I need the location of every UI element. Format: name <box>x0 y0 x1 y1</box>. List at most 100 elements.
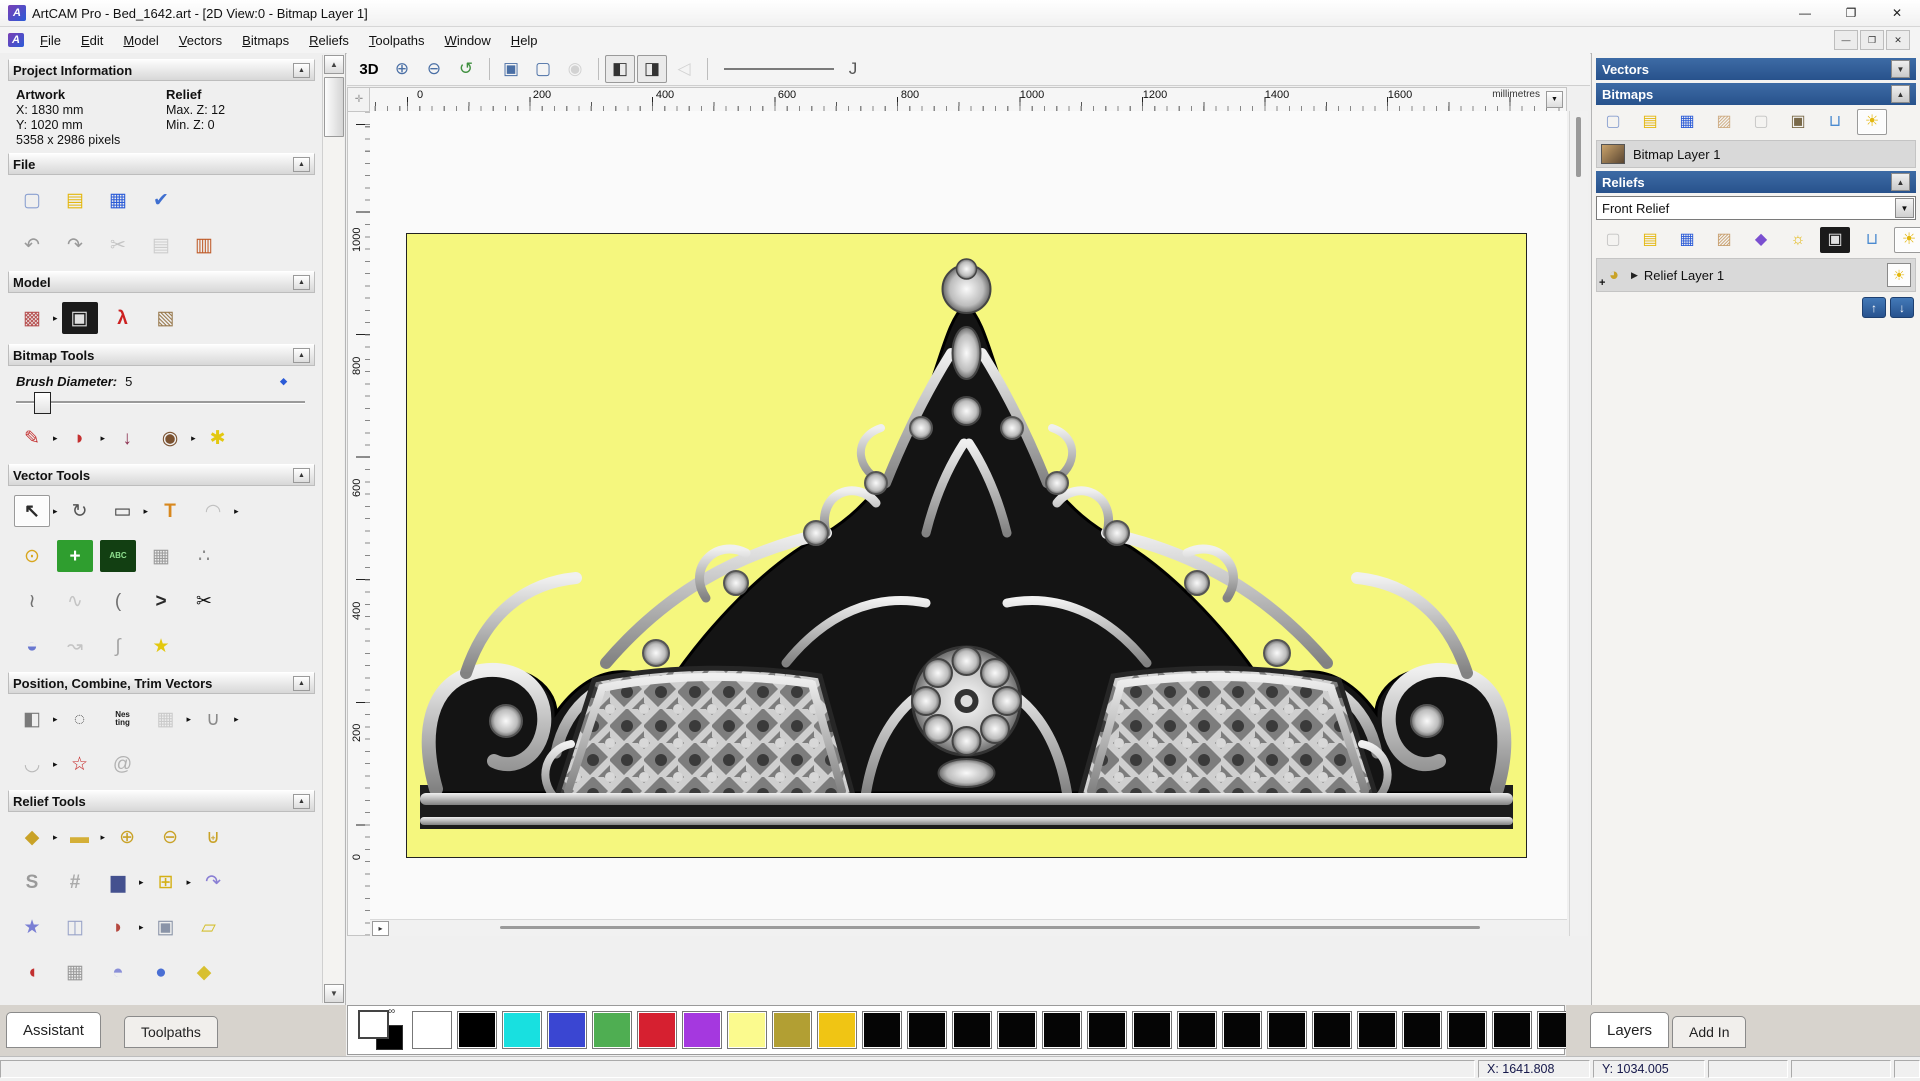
save-bitmap-icon[interactable]: ▦ <box>1672 109 1702 135</box>
zoom-box-icon[interactable]: ▣ <box>496 55 526 83</box>
zoom-in-icon[interactable]: ⊕ <box>387 55 417 83</box>
flyout-arrow-icon[interactable]: ▸ <box>53 313 58 324</box>
collapse-icon[interactable]: ▲ <box>1891 85 1910 103</box>
primary-secondary-colors[interactable]: ∞ <box>356 1006 412 1052</box>
menu-reliefs[interactable]: Reliefs <box>299 30 359 51</box>
collapse-icon[interactable]: ▲ <box>1891 173 1910 191</box>
snap-cross-icon[interactable]: + <box>57 540 93 572</box>
save-relief-icon[interactable]: ▦ <box>1672 227 1702 253</box>
collapse-icon[interactable]: ▼ <box>1891 60 1910 78</box>
palette-swatch-22[interactable] <box>1402 1011 1442 1049</box>
scroll-up-icon[interactable]: ▲ <box>324 55 344 74</box>
open-model-icon[interactable]: ▤ <box>57 184 93 216</box>
tab-layers[interactable]: Layers <box>1590 1012 1670 1048</box>
link-colors-icon[interactable]: ∞ <box>388 1006 395 1017</box>
palette-swatch-10[interactable] <box>862 1011 902 1049</box>
canvas-vertical-scrollbar[interactable] <box>1569 111 1588 936</box>
toggle-relief-visibility-icon[interactable]: ☀ <box>1894 227 1920 253</box>
vector-text-block-icon[interactable]: ABC <box>100 540 136 572</box>
open-bitmap-icon[interactable]: ▤ <box>1635 109 1665 135</box>
zoom-out-icon[interactable]: ⊖ <box>419 55 449 83</box>
move-layer-down-icon[interactable]: ↓ <box>1890 297 1914 318</box>
primary-color-swatch[interactable] <box>358 1010 389 1039</box>
sculpt-basket-icon[interactable]: ▦ <box>57 956 93 988</box>
section-header-vector-tools[interactable]: Vector Tools ▲ <box>8 464 315 486</box>
save-model-icon[interactable]: ▦ <box>100 184 136 216</box>
arc-edit-icon[interactable]: ( <box>100 585 136 617</box>
new-model-icon[interactable]: ▢ <box>14 184 50 216</box>
palette-swatch-18[interactable] <box>1222 1011 1262 1049</box>
palette-swatch-16[interactable] <box>1132 1011 1172 1049</box>
weld-vectors-icon[interactable]: ∪ <box>195 703 231 735</box>
palette-swatch-4[interactable] <box>592 1011 632 1049</box>
relief-preview-icon[interactable]: ▣ <box>1820 227 1850 253</box>
flyout-arrow-icon[interactable]: ▸ <box>191 433 196 444</box>
canvas-horizontal-scrollbar[interactable]: ▸ <box>370 919 1567 936</box>
minimize-button[interactable]: — <box>1782 0 1828 26</box>
expand-arrow-icon[interactable]: ▶ <box>1631 270 1638 281</box>
paste-icon[interactable]: ▥ <box>186 229 222 261</box>
menu-edit[interactable]: Edit <box>71 30 113 51</box>
colour-picker-icon[interactable]: ↓ <box>109 422 145 454</box>
light-material-icon[interactable]: λ <box>105 302 141 334</box>
3d-view-button[interactable]: 3D <box>353 55 385 83</box>
flood-fill-icon[interactable]: ◗ <box>62 422 98 454</box>
palette-icon[interactable]: ◉ <box>152 422 188 454</box>
palette-swatch-0[interactable] <box>412 1011 452 1049</box>
zoom-previous-icon[interactable]: ↺ <box>451 55 481 83</box>
move-layer-up-icon[interactable]: ↑ <box>1862 297 1886 318</box>
toggle-side-panel-icon[interactable]: ◨ <box>637 55 667 83</box>
bitmap-eraser-icon[interactable]: ▧ <box>148 302 184 334</box>
trim-vectors-icon[interactable]: ✂ <box>186 585 222 617</box>
weave-wizard-icon[interactable]: # <box>57 866 93 898</box>
import-relief-icon[interactable]: ▨ <box>1709 227 1739 253</box>
collapse-icon[interactable]: ▲ <box>293 274 310 290</box>
relief-sheet-light-icon[interactable]: ☼ <box>1783 227 1813 253</box>
palette-swatch-19[interactable] <box>1267 1011 1307 1049</box>
section-header-file[interactable]: File ▲ <box>8 153 315 175</box>
mdi-close-button[interactable]: ✕ <box>1886 30 1910 50</box>
align-vectors-icon[interactable]: ◧ <box>14 703 50 735</box>
flyout-arrow-icon[interactable]: ▸ <box>139 922 144 933</box>
brush-diameter-slider[interactable] <box>16 391 305 414</box>
model-properties-icon[interactable]: ✔ <box>143 184 179 216</box>
palette-swatch-15[interactable] <box>1087 1011 1127 1049</box>
vertical-scroll-thumb[interactable] <box>1576 117 1581 177</box>
offset-chevron-icon[interactable]: > <box>143 585 179 617</box>
mdi-minimize-button[interactable]: — <box>1834 30 1858 50</box>
palette-swatch-5[interactable] <box>637 1011 677 1049</box>
tab-toolpaths[interactable]: Toolpaths <box>124 1016 218 1048</box>
palette-swatch-7[interactable] <box>727 1011 767 1049</box>
distort-grid-icon[interactable]: ▦ <box>143 540 179 572</box>
text-tool-icon[interactable]: T <box>152 495 188 527</box>
paint-icon[interactable]: ✎ <box>14 422 50 454</box>
vectors-header[interactable]: Vectors ▼ <box>1596 58 1916 80</box>
zoom-fit-icon[interactable]: ▢ <box>528 55 558 83</box>
nesting-icon[interactable]: Nes ting <box>105 703 141 735</box>
menu-toolpaths[interactable]: Toolpaths <box>359 30 435 51</box>
star-tool-icon[interactable]: ★ <box>143 630 179 662</box>
palette-swatch-3[interactable] <box>547 1011 587 1049</box>
new-bitmap-icon[interactable]: ▢ <box>1598 109 1628 135</box>
paint-selective-icon[interactable]: ✱ <box>200 422 236 454</box>
envelope-icon[interactable]: ◒ <box>14 630 50 662</box>
flyout-arrow-icon[interactable]: ▸ <box>53 506 58 517</box>
menu-help[interactable]: Help <box>501 30 548 51</box>
rectangle-tool-icon[interactable]: ▭ <box>105 495 141 527</box>
two-rail-sweep-icon[interactable]: ◗ <box>100 911 136 943</box>
restore-button[interactable]: ❐ <box>1828 0 1874 26</box>
palette-swatch-11[interactable] <box>907 1011 947 1049</box>
palette-swatch-2[interactable] <box>502 1011 542 1049</box>
menu-bitmaps[interactable]: Bitmaps <box>232 30 299 51</box>
paste-along-curve-icon[interactable]: ∴ <box>186 540 222 572</box>
flyout-arrow-icon[interactable]: ▸ <box>187 714 192 725</box>
text-on-curve-icon[interactable]: ◌ <box>62 703 98 735</box>
collapse-icon[interactable]: ▲ <box>293 675 310 691</box>
close-button[interactable]: ✕ <box>1874 0 1920 26</box>
subtract-relief-icon[interactable]: ⊖ <box>152 821 188 853</box>
open-relief-icon[interactable]: ▤ <box>1635 227 1665 253</box>
palette-swatch-17[interactable] <box>1177 1011 1217 1049</box>
palette-swatch-23[interactable] <box>1447 1011 1487 1049</box>
palette-swatch-14[interactable] <box>1042 1011 1082 1049</box>
relief-stack-icon[interactable]: ◆ <box>1746 227 1776 253</box>
